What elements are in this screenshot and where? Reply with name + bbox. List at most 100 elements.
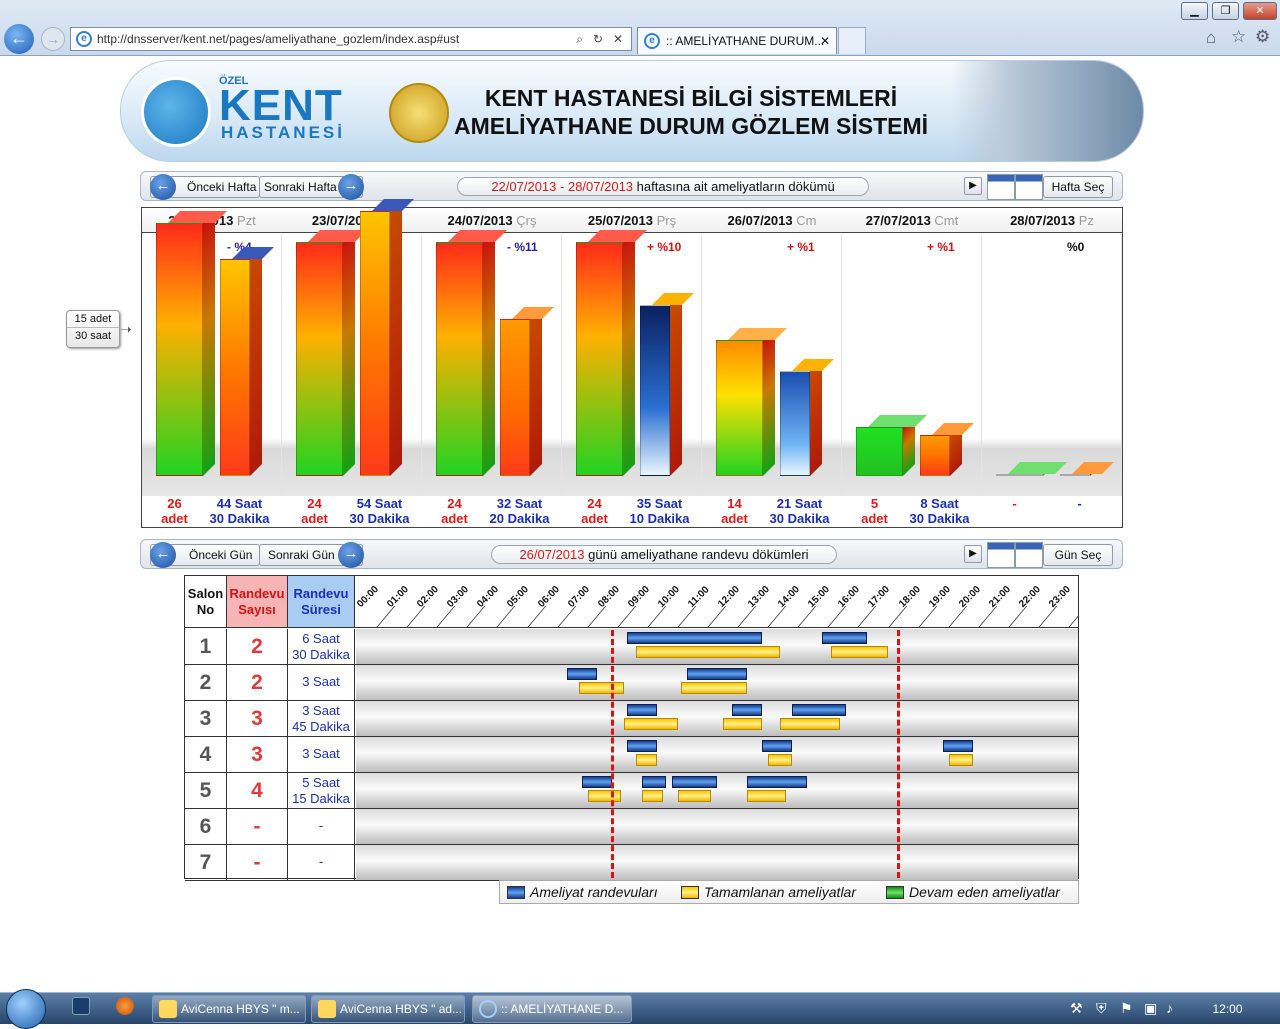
completed-surgery-bar[interactable] (578, 682, 624, 694)
count-bar-front (996, 474, 1043, 476)
planned-appointment-bar[interactable] (732, 704, 763, 716)
completed-surgery-bar[interactable] (680, 682, 748, 694)
new-tab-button[interactable] (838, 27, 866, 54)
planned-appointment-bar[interactable] (566, 668, 597, 680)
taskbar-item-0[interactable]: AviCenna HBYS " m... (152, 995, 306, 1023)
planned-appointment-bar[interactable] (942, 740, 973, 752)
calendar-icon[interactable] (987, 174, 1015, 200)
planned-appointment-bar[interactable] (626, 740, 657, 752)
refresh-icon[interactable]: ↻ (593, 28, 603, 50)
salon-number: 1 (185, 629, 227, 664)
chart-area: - %4- %1- %11+ %10+ %1+ %1%0 (142, 198, 1122, 496)
next-day-button[interactable]: Sonraki Gün → (259, 542, 364, 568)
duration-line1: - (318, 818, 324, 833)
hour-label: 04:00 (475, 584, 502, 610)
planned-appointment-bar[interactable] (792, 704, 847, 716)
planned-appointment-bar[interactable] (671, 776, 717, 788)
completed-surgery-bar[interactable] (747, 790, 787, 802)
hour-label: 14:00 (776, 584, 803, 610)
count-bar-front (856, 427, 903, 476)
calendar-icon-2[interactable] (1015, 542, 1043, 568)
time-bar (640, 292, 694, 476)
reference-time: 30 saat (74, 330, 112, 342)
photoshop-icon[interactable] (72, 997, 90, 1015)
home-icon[interactable]: ⌂ (1206, 28, 1216, 48)
footer-count-unit: adet (721, 511, 748, 526)
planned-appointment-bar[interactable] (686, 668, 748, 680)
play-icon[interactable]: ▶ (964, 177, 982, 195)
footer-count-value: 24 (447, 496, 462, 511)
select-day-button[interactable]: Gün Seç (1043, 544, 1113, 566)
next-week-button[interactable]: Sonraki Hafta → (259, 174, 364, 200)
minimize-button[interactable]: ▁ (1181, 2, 1208, 20)
back-button[interactable]: ← (4, 24, 34, 54)
week-range-pill: 22/07/2013 - 28/07/2013 haftasına ait am… (457, 177, 869, 196)
legend-ongoing-label: Devam eden ameliyatlar (909, 884, 1060, 900)
tray-tools-icon[interactable]: ⚒ (1070, 1000, 1083, 1017)
clock[interactable]: 12:00 (1200, 995, 1255, 1023)
count-bar-front (716, 339, 763, 476)
forward-button[interactable]: → (41, 27, 65, 51)
completed-surgery-bar[interactable] (831, 646, 889, 658)
count-bar (856, 415, 927, 476)
footer-count: 24 adet (432, 496, 477, 528)
prev-week-button[interactable]: ← Önceki Hafta (150, 174, 260, 200)
duration-line1: 6 Saat (302, 631, 340, 646)
tab-close-icon[interactable]: ✕ (820, 28, 830, 54)
browser-tab[interactable]: e :: AMELİYATHANE DURUM... ✕ (637, 27, 837, 54)
appointment-duration: - (288, 845, 355, 880)
completed-surgery-bar[interactable] (641, 790, 663, 802)
completed-surgery-bar[interactable] (948, 754, 973, 766)
select-week-button[interactable]: Hafta Seç (1043, 176, 1113, 198)
completed-surgery-bar[interactable] (723, 718, 763, 730)
ie-icon (479, 1000, 497, 1018)
tray-flag-icon[interactable]: ⚑ (1120, 1000, 1133, 1017)
firefox-icon[interactable] (116, 997, 134, 1015)
completed-surgery-bar[interactable] (677, 790, 711, 802)
address-bar[interactable]: e http://dnsserver/kent.net/pages/ameliy… (70, 27, 632, 51)
start-button[interactable] (6, 989, 46, 1029)
completed-surgery-bar[interactable] (623, 718, 678, 730)
completed-surgery-bar[interactable] (635, 754, 657, 766)
close-window-button[interactable]: ✕ (1243, 2, 1277, 20)
stop-icon[interactable]: ✕ (613, 28, 623, 50)
planned-appointment-bar[interactable] (626, 704, 657, 716)
footer-time-hours: 54 Saat (356, 496, 403, 511)
day-date: 26/07/2013 (727, 213, 797, 228)
next-week-label: Sonraki Hafta (264, 180, 337, 194)
appointment-duration: 3 Saat (288, 665, 355, 700)
favorites-icon[interactable]: ☆ (1231, 27, 1246, 47)
planned-appointment-bar[interactable] (641, 776, 666, 788)
duration-line2: 45 Dakika (292, 719, 350, 734)
planned-appointment-bar[interactable] (626, 632, 763, 644)
planned-appointment-bar[interactable] (762, 740, 793, 752)
play-icon[interactable]: ▶ (964, 545, 982, 563)
time-bar (500, 306, 554, 476)
ie-page-icon: e (76, 31, 92, 47)
hour-label: 01:00 (385, 584, 412, 610)
tray-network-icon[interactable]: ▣ (1144, 1000, 1157, 1017)
salon-number: 3 (185, 701, 227, 736)
planned-appointment-bar[interactable] (581, 776, 612, 788)
count-bar-side (623, 230, 635, 476)
tray-volume-icon[interactable]: ♪ (1166, 1000, 1173, 1016)
taskbar-item-1[interactable]: AviCenna HBYS " ad... (311, 995, 465, 1023)
completed-surgery-bar[interactable] (587, 790, 621, 802)
planned-appointment-bar[interactable] (822, 632, 868, 644)
footer-time-minutes: 20 Dakika (489, 511, 550, 526)
completed-surgery-bar[interactable] (768, 754, 793, 766)
calendar-icon[interactable] (987, 542, 1015, 568)
planned-appointment-bar[interactable] (747, 776, 808, 788)
day-header-cell: 28/07/2013 Pz (982, 208, 1122, 233)
day-name: Pzt (236, 213, 256, 228)
footer-time-hours: 21 Saat (776, 496, 823, 511)
tray-shield-icon[interactable]: ⛨ (1096, 1000, 1107, 1017)
completed-surgery-bar[interactable] (780, 718, 841, 730)
search-icon[interactable]: ⌕ (576, 28, 583, 50)
prev-day-button[interactable]: ← Önceki Gün (150, 542, 260, 568)
restore-button[interactable]: ❐ (1212, 2, 1239, 20)
completed-surgery-bar[interactable] (635, 646, 781, 658)
calendar-icon-2[interactable] (1015, 174, 1043, 200)
tools-gear-icon[interactable]: ⚙ (1255, 27, 1270, 47)
taskbar-item-2[interactable]: :: AMELİYATHANE D... (472, 995, 632, 1023)
